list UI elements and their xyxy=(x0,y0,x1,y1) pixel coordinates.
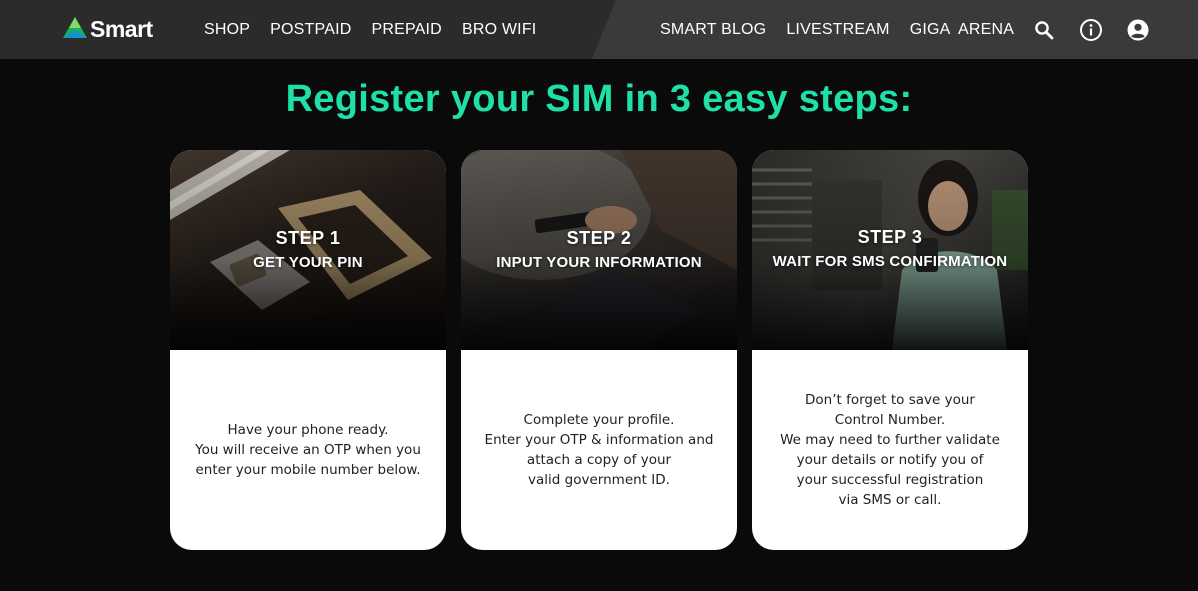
step-1-body: Have your phone ready. You will receive … xyxy=(170,350,446,550)
nav-link-livestream[interactable]: LIVESTREAM xyxy=(786,21,889,39)
step-1-line: enter your mobile number below. xyxy=(195,462,421,478)
step-3-line: via SMS or call. xyxy=(838,492,942,508)
step-1-line: You will receive an OTP when you xyxy=(195,442,421,458)
step-2-description: Complete your profile. Enter your OTP & … xyxy=(485,410,714,490)
step-3-line: Don’t forget to save your xyxy=(805,392,975,408)
smart-logo[interactable]: Smart xyxy=(62,15,153,43)
step-3-line: Control Number. xyxy=(834,412,946,428)
nav-link-giga-arena[interactable]: GIGA ARENA xyxy=(910,21,1014,39)
nav-link-bro-wifi[interactable]: BRO WIFI xyxy=(462,21,536,39)
step-3-number: STEP 3 xyxy=(857,227,923,247)
step-1-line: Have your phone ready. xyxy=(227,422,389,438)
step-2-title: INPUT YOUR INFORMATION xyxy=(496,254,702,271)
search-icon[interactable] xyxy=(1032,18,1056,42)
nav-secondary: SMART BLOG LIVESTREAM GIGA ARENA xyxy=(660,0,1173,59)
step-2-line: Enter your OTP & information and xyxy=(484,432,714,448)
sim-card-tray-photo: STEP 1 GET YOUR PIN xyxy=(170,150,446,350)
nav-primary: SHOP POSTPAID PREPAID BRO WIFI xyxy=(204,0,556,59)
hands-holding-phone-photo: STEP 2 INPUT YOUR INFORMATION xyxy=(461,150,737,350)
account-icon[interactable] xyxy=(1126,18,1150,42)
nav-link-smart-blog[interactable]: SMART BLOG xyxy=(660,21,766,39)
step-3-line: your details or notify you of xyxy=(796,452,984,468)
step-2-number: STEP 2 xyxy=(566,228,632,248)
step-card-2: STEP 2 INPUT YOUR INFORMATION Complete y… xyxy=(461,150,737,550)
step-3-line: We may need to further validate xyxy=(780,432,1000,448)
step-3-body: Don’t forget to save your Control Number… xyxy=(752,350,1028,550)
nav-link-prepaid[interactable]: PREPAID xyxy=(371,21,441,39)
info-icon[interactable] xyxy=(1079,18,1103,42)
nav-link-shop[interactable]: SHOP xyxy=(204,21,250,39)
step-3-description: Don’t forget to save your Control Number… xyxy=(780,390,1000,510)
page-heading: Register your SIM in 3 easy steps: xyxy=(285,78,913,120)
step-3-line: your successful registration xyxy=(796,472,984,488)
nav-link-postpaid[interactable]: POSTPAID xyxy=(270,21,351,39)
step-1-description: Have your phone ready. You will receive … xyxy=(195,420,421,480)
woman-smiling-at-phone-photo: STEP 3 WAIT FOR SMS CONFIRMATION xyxy=(752,150,1028,350)
step-2-line: valid government ID. xyxy=(528,472,670,488)
step-1-number: STEP 1 xyxy=(275,228,341,248)
step-2-body: Complete your profile. Enter your OTP & … xyxy=(461,350,737,550)
step-card-1: STEP 1 GET YOUR PIN Have your phone read… xyxy=(170,150,446,550)
step-3-title: WAIT FOR SMS CONFIRMATION xyxy=(772,253,1008,270)
logo-wordmark: Smart xyxy=(90,15,153,42)
smart-logo-icon xyxy=(63,17,87,38)
step-card-3: STEP 3 WAIT FOR SMS CONFIRMATION Don’t f… xyxy=(752,150,1028,550)
top-nav: Smart SHOP POSTPAID PREPAID BRO WIFI SMA… xyxy=(0,0,1198,59)
step-2-line: attach a copy of your xyxy=(526,452,672,468)
step-2-line: Complete your profile. xyxy=(523,412,675,428)
step-1-title: GET YOUR PIN xyxy=(253,254,363,271)
